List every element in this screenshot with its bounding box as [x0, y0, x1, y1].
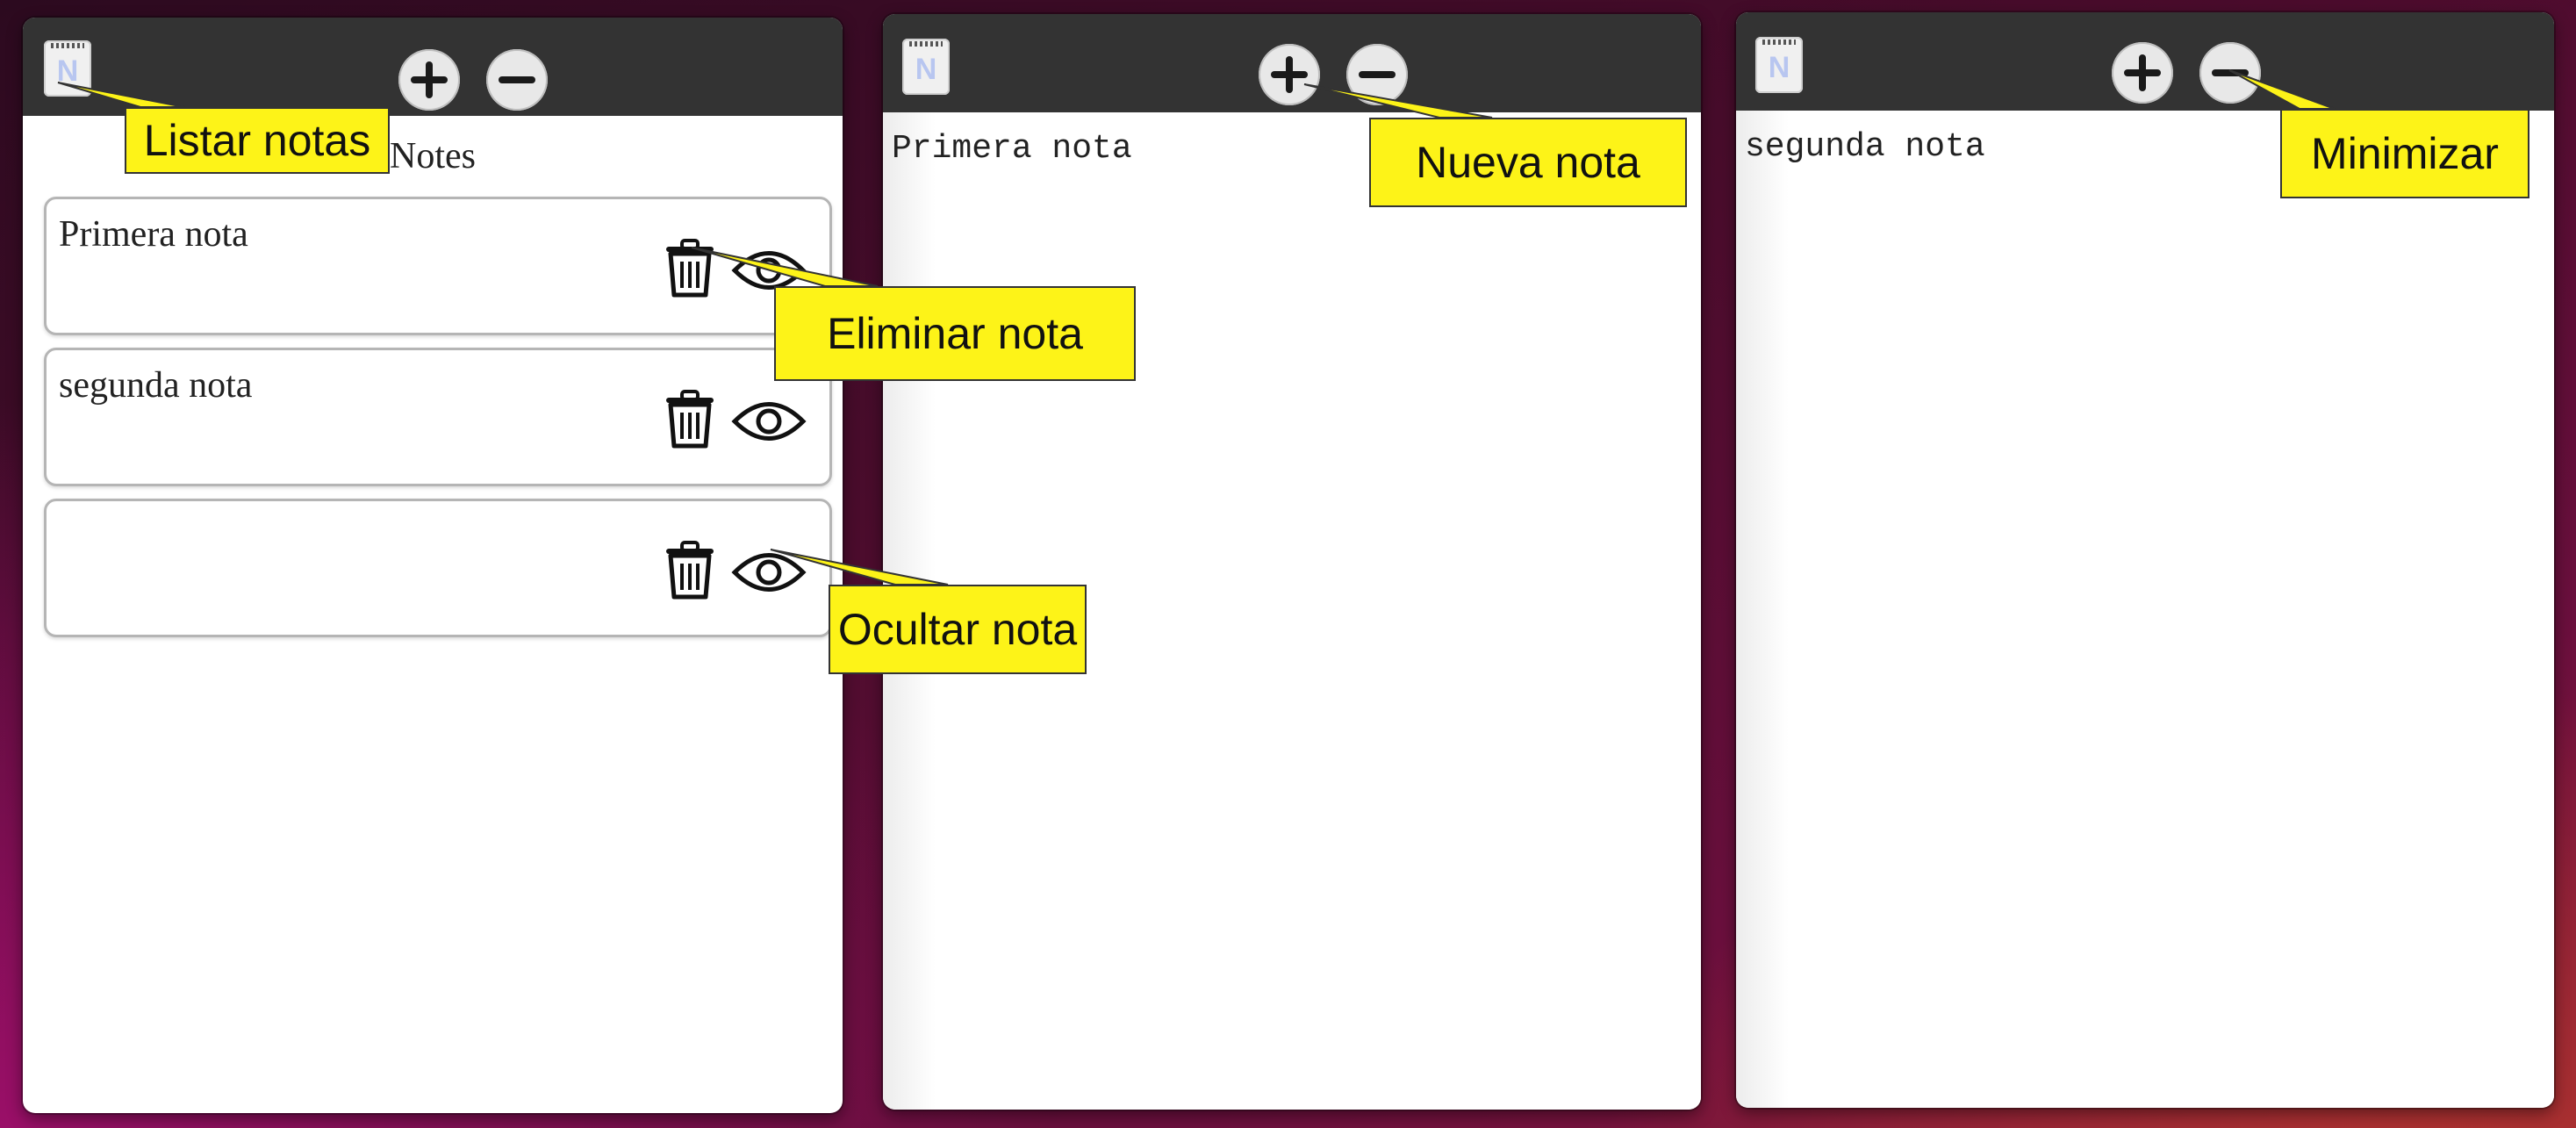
note-title: Primera nota [59, 214, 248, 255]
trash-icon[interactable] [663, 390, 717, 449]
titlebar: N [1736, 12, 2554, 111]
eye-icon[interactable] [731, 547, 807, 598]
callout-hide-note: Ocultar nota [829, 585, 1087, 674]
trash-icon[interactable] [663, 541, 717, 600]
minimize-button[interactable] [486, 49, 548, 111]
callout-list-notes: Listar notas [125, 107, 390, 174]
app-icon-letter: N [915, 53, 937, 86]
new-note-button[interactable] [398, 49, 460, 111]
app-icon-letter: N [1768, 51, 1790, 84]
app-icon-letter: N [56, 54, 79, 88]
callout-delete-note: Eliminar nota [774, 286, 1136, 381]
note-card[interactable] [44, 499, 832, 637]
callout-new-note: Nueva nota [1369, 118, 1687, 207]
titlebar: N [883, 14, 1701, 112]
minimize-button[interactable] [1346, 44, 1408, 105]
notepad-icon[interactable]: N [44, 40, 91, 97]
note-title: segunda nota [59, 365, 253, 406]
note-content: segunda nota [1745, 128, 1985, 166]
trash-icon[interactable] [663, 239, 717, 298]
notes-list-window: N Notes Primera nota segunda nota [23, 18, 843, 1113]
eye-icon[interactable] [731, 396, 807, 447]
minus-icon [2212, 69, 2249, 76]
titlebar: N [23, 18, 843, 116]
note-content: Primera nota [892, 130, 1132, 168]
callout-minimize: Minimizar [2280, 109, 2529, 198]
new-note-button[interactable] [2112, 42, 2173, 104]
minus-icon [1359, 71, 1396, 78]
minus-icon [499, 76, 535, 83]
new-note-button[interactable] [1259, 44, 1320, 105]
note-editor[interactable]: segunda nota [1736, 111, 2554, 1108]
notes-list: Notes Primera nota segunda nota [23, 116, 843, 1113]
note-card[interactable]: Primera nota [44, 197, 832, 335]
notepad-icon[interactable]: N [902, 39, 950, 95]
note-card[interactable]: segunda nota [44, 348, 832, 486]
notepad-icon[interactable]: N [1755, 37, 1803, 93]
note-editor-area: segunda nota [1736, 111, 2554, 1108]
minimize-button[interactable] [2199, 42, 2261, 104]
